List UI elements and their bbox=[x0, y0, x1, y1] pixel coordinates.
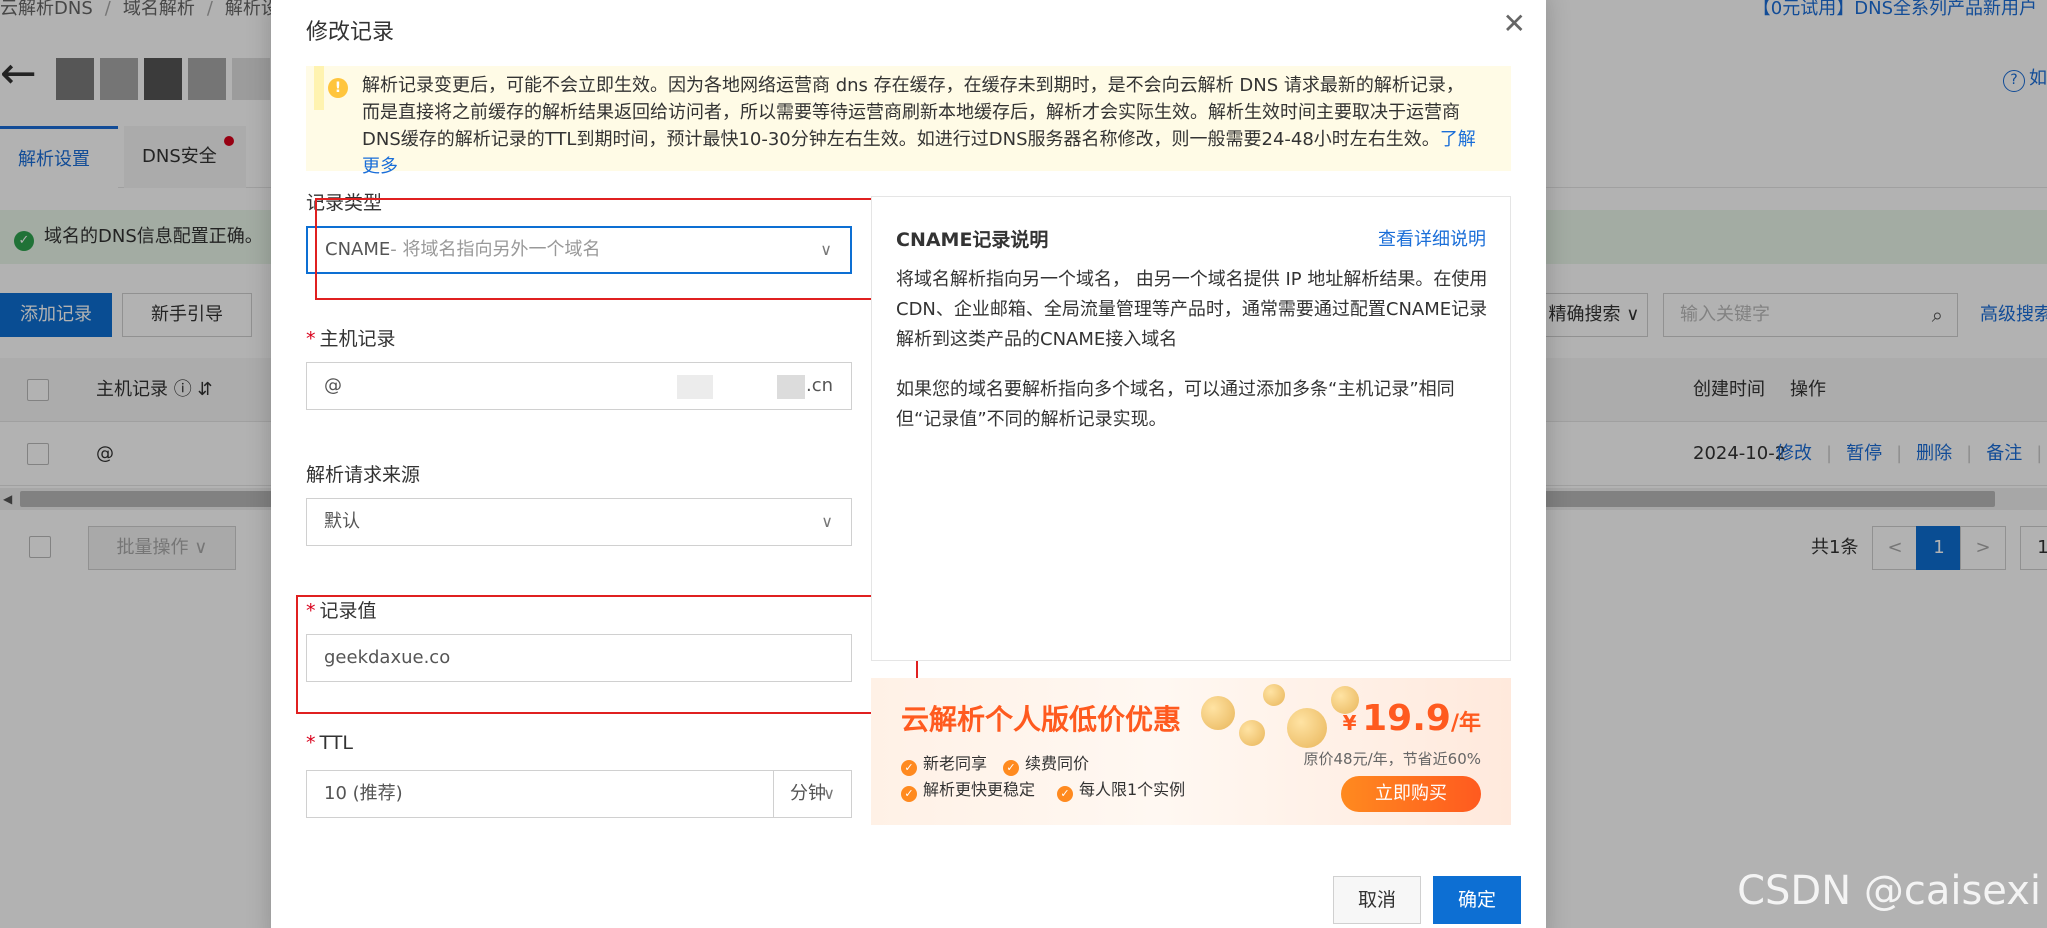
feature-label: 新老同享 bbox=[923, 754, 988, 773]
cancel-button[interactable]: 取消 bbox=[1333, 876, 1421, 924]
check-icon: ✓ bbox=[901, 786, 917, 802]
original-price: 原价48元/年，节省近60% bbox=[1303, 750, 1481, 768]
banner-feature: ✓ 每人限1个实例 bbox=[1057, 776, 1185, 802]
domain-suffix: .cn bbox=[805, 375, 833, 396]
confirm-button[interactable]: 确定 bbox=[1433, 876, 1521, 924]
check-icon: ✓ bbox=[1003, 760, 1019, 776]
promo-banner[interactable]: 云解析个人版低价优惠 ✓ 新老同享 ✓ 续费同价 ✓ 解析更快更稳定 ✓ 每人限1个实例… bbox=[871, 678, 1511, 825]
ttl-unit-value: 分钟 bbox=[790, 783, 826, 804]
banner-feature: ✓ 新老同享 bbox=[901, 750, 987, 776]
required-mark: * bbox=[306, 732, 316, 754]
cache-notice: ! 解析记录变更后，可能不会立即生效。因为各地网络运营商 dns 存在缓存，在缓… bbox=[306, 66, 1511, 177]
edit-record-dialog: 修改记录 ✕ ! 解析记录变更后，可能不会立即生效。因为各地网络运营商 dns … bbox=[271, 0, 1546, 928]
notice-stripe bbox=[314, 66, 324, 110]
request-source-select[interactable]: 默认 ∨ bbox=[306, 498, 852, 546]
chevron-down-icon: ∨ bbox=[823, 784, 835, 803]
highlight-box-record-value bbox=[296, 595, 918, 714]
view-details-link[interactable]: 查看详细说明 bbox=[1378, 225, 1486, 251]
ttl-label-text: TTL bbox=[319, 732, 353, 754]
host-record-input[interactable]: @ .cn bbox=[306, 362, 852, 410]
dialog-title: 修改记录 bbox=[306, 20, 395, 45]
banner-feature: ✓ 解析更快更稳定 bbox=[901, 776, 1035, 802]
host-record-value: @ bbox=[324, 375, 342, 396]
source-label: 解析请求来源 bbox=[306, 464, 421, 486]
host-record-label: * 主机记录 bbox=[306, 324, 396, 351]
request-source-value: 默认 bbox=[324, 511, 360, 532]
redaction-mask bbox=[677, 375, 713, 399]
panel-paragraph-2: 如果您的域名要解析指向多个域名，可以通过添加多条“主机记录”相同但“记录值”不同… bbox=[896, 379, 1455, 430]
ttl-label: * TTL bbox=[306, 732, 353, 754]
coin-decoration bbox=[1263, 684, 1285, 706]
host-record-label-text: 主机记录 bbox=[319, 328, 396, 350]
banner-price: ¥ 19.9/年 bbox=[1343, 698, 1481, 739]
ttl-select[interactable]: 10 (推荐) 分钟 ∨ bbox=[306, 770, 852, 818]
price-unit: /年 bbox=[1450, 711, 1481, 736]
coin-decoration bbox=[1201, 696, 1235, 730]
check-icon: ✓ bbox=[1057, 786, 1073, 802]
coin-decoration bbox=[1287, 708, 1327, 748]
close-icon[interactable]: ✕ bbox=[1503, 10, 1526, 38]
watermark: CSDN @caisexi bbox=[1737, 868, 2041, 914]
chevron-down-icon: ∨ bbox=[821, 512, 833, 531]
panel-title: CNAME记录说明 bbox=[896, 229, 1049, 251]
coin-decoration bbox=[1239, 720, 1265, 746]
banner-feature: ✓ 续费同价 bbox=[1003, 750, 1089, 776]
redaction-mask bbox=[777, 375, 805, 399]
highlight-box-record-type bbox=[315, 198, 909, 300]
banner-title: 云解析个人版低价优惠 bbox=[901, 703, 1182, 736]
price-amount: 19.9 bbox=[1362, 698, 1451, 739]
ttl-value: 10 (推荐) bbox=[324, 783, 403, 804]
feature-label: 续费同价 bbox=[1025, 754, 1090, 773]
notice-text: 解析记录变更后，可能不会立即生效。因为各地网络运营商 dns 存在缓存，在缓存未… bbox=[362, 75, 1464, 150]
buy-now-button[interactable]: 立即购买 bbox=[1341, 776, 1481, 812]
price-currency: ¥ bbox=[1342, 711, 1357, 735]
feature-label: 解析更快更稳定 bbox=[923, 780, 1036, 799]
feature-label: 每人限1个实例 bbox=[1079, 780, 1186, 799]
ttl-unit-select[interactable]: 分钟 ∨ bbox=[773, 771, 853, 817]
cname-description-panel: CNAME记录说明 查看详细说明 将域名解析指向另一个域名， 由另一个域名提供 … bbox=[871, 196, 1511, 661]
required-mark: * bbox=[306, 328, 316, 350]
check-icon: ✓ bbox=[901, 760, 917, 776]
warning-icon: ! bbox=[328, 78, 348, 98]
panel-paragraph-1: 将域名解析指向另一个域名， 由另一个域名提供 IP 地址解析结果。在使用CDN、… bbox=[896, 269, 1488, 350]
